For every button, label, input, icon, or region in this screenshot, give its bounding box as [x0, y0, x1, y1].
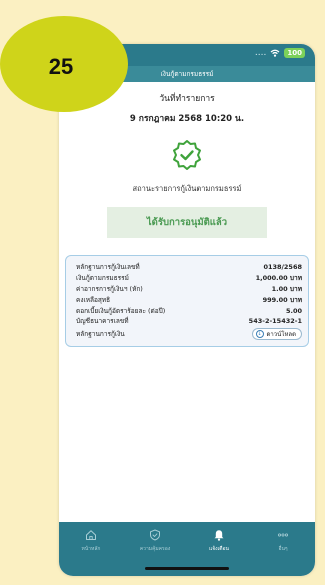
bell-icon	[212, 528, 226, 542]
detail-label: คงเหลือสุทธิ	[76, 295, 111, 304]
proof-label: หลักฐานการกู้เงิน	[76, 330, 125, 339]
step-number-badge: 25	[0, 16, 128, 112]
detail-label: เงินกู้ตามกรมธรรม์	[76, 274, 129, 283]
more-icon	[276, 528, 290, 542]
download-button[interactable]: ↓ ดาวน์โหลด	[251, 328, 302, 341]
detail-value: 5.00	[285, 306, 302, 315]
shield-check-icon	[148, 528, 162, 542]
detail-row-stamp-duty: ค่าอากรการกู้เงินฯ (หัก) 1.00 บาท	[76, 284, 302, 295]
detail-value: 0138/2568	[263, 263, 302, 272]
transaction-summary: วันที่ทำรายการ 9 กรกฎาคม 2568 10:20 น. ส…	[59, 82, 315, 347]
status-icons: .... 100	[255, 48, 305, 58]
tab-more[interactable]: อื่นๆ	[251, 528, 315, 558]
battery-indicator: 100	[284, 48, 305, 58]
home-icon	[84, 528, 98, 542]
phone-screen: .... 100 เงินกู้ตามกรมธรรม์ วันที่ทำรายก…	[59, 44, 315, 576]
detail-row-loan-amount: เงินกู้ตามกรมธรรม์ 1,000.00 บาท	[76, 273, 302, 284]
detail-value: 999.00 บาท	[262, 295, 302, 304]
tab-label: หน้าหลัก	[81, 546, 101, 552]
bottom-tab-bar: หน้าหลัก ความคุ้มครอง แจ้งเตือน อื่นๆ	[59, 522, 315, 576]
detail-row-net-amount: คงเหลือสุทธิ 999.00 บาท	[76, 294, 302, 305]
approved-status-banner: ได้รับการอนุมัติแล้ว	[107, 207, 267, 238]
download-icon: ↓	[255, 330, 264, 339]
detail-value: 543-2-15432-1	[248, 317, 302, 326]
detail-row-interest-rate: ดอกเบี้ยเงินกู้อัตราร้อยละ (ต่อปี) 5.00	[76, 305, 302, 316]
verified-badge-icon	[171, 139, 203, 171]
detail-value: 1.00 บาท	[271, 284, 302, 293]
detail-value: 1,000.00 บาท	[255, 274, 302, 283]
step-number: 25	[48, 54, 74, 79]
detail-row-loan-proof: หลักฐานการกู้เงิน ↓ ดาวน์โหลด	[76, 328, 302, 341]
signal-dots: ....	[254, 48, 267, 58]
tab-coverage[interactable]: ความคุ้มครอง	[123, 528, 187, 558]
detail-row-loan-number: หลักฐานการกู้เงินเลขที่ 0138/2568	[76, 262, 302, 273]
tab-label: ความคุ้มครอง	[139, 546, 171, 552]
detail-label: บัญชีธนาคารเลขที่	[76, 317, 129, 326]
detail-row-bank-account: บัญชีธนาคารเลขที่ 543-2-15432-1	[76, 316, 302, 327]
detail-label: ดอกเบี้ยเงินกู้อัตราร้อยละ (ต่อปี)	[76, 306, 166, 315]
status-label: สถานะรายการกู้เงินตามกรมธรรม์	[132, 184, 242, 193]
download-label: ดาวน์โหลด	[266, 331, 297, 339]
tab-label: แจ้งเตือน	[209, 546, 229, 552]
page-title: เงินกู้ตามกรมธรรม์	[160, 70, 214, 78]
loan-details-card: หลักฐานการกู้เงินเลขที่ 0138/2568 เงินกู…	[65, 255, 309, 347]
tab-home[interactable]: หน้าหลัก	[59, 528, 123, 558]
detail-label: หลักฐานการกู้เงินเลขที่	[76, 263, 140, 272]
transaction-date-value: 9 กรกฎาคม 2568 10:20 น.	[129, 114, 245, 124]
tab-label: อื่นๆ	[278, 546, 288, 552]
detail-label: ค่าอากรการกู้เงินฯ (หัก)	[76, 284, 143, 293]
home-indicator	[145, 567, 229, 570]
tab-notifications[interactable]: แจ้งเตือน	[187, 528, 251, 558]
wifi-icon	[270, 49, 280, 57]
